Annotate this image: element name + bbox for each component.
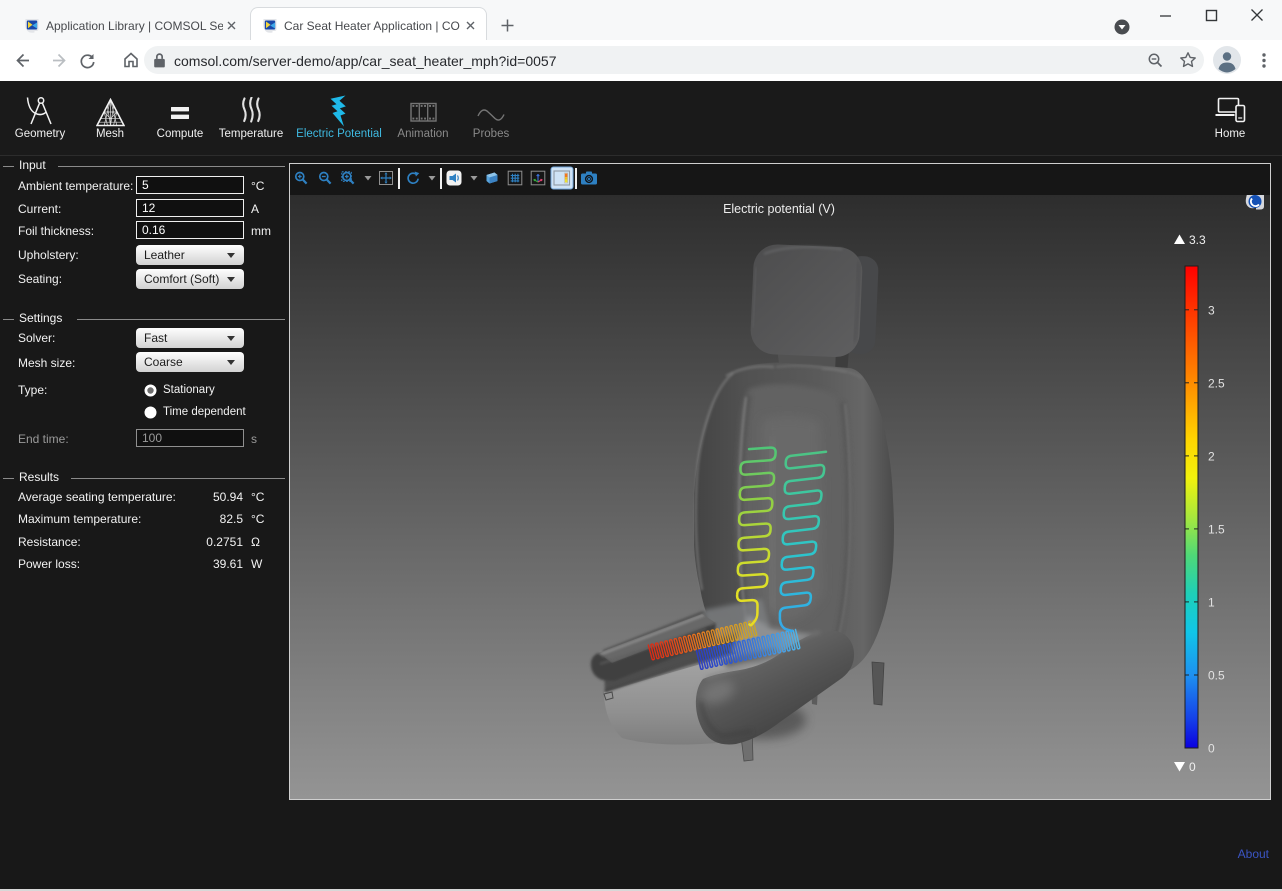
svg-text:3.3: 3.3 xyxy=(1189,233,1206,247)
svg-text:0: 0 xyxy=(1189,760,1196,774)
svg-text:2: 2 xyxy=(1208,449,1215,463)
svg-text:0.5: 0.5 xyxy=(1208,669,1225,683)
svg-text:1.5: 1.5 xyxy=(1208,522,1225,536)
svg-text:2.5: 2.5 xyxy=(1208,376,1225,390)
svg-text:1: 1 xyxy=(1208,595,1215,609)
svg-text:3: 3 xyxy=(1208,303,1215,317)
svg-text:Electric potential (V): Electric potential (V) xyxy=(723,202,835,216)
svg-text:0: 0 xyxy=(1208,742,1215,756)
